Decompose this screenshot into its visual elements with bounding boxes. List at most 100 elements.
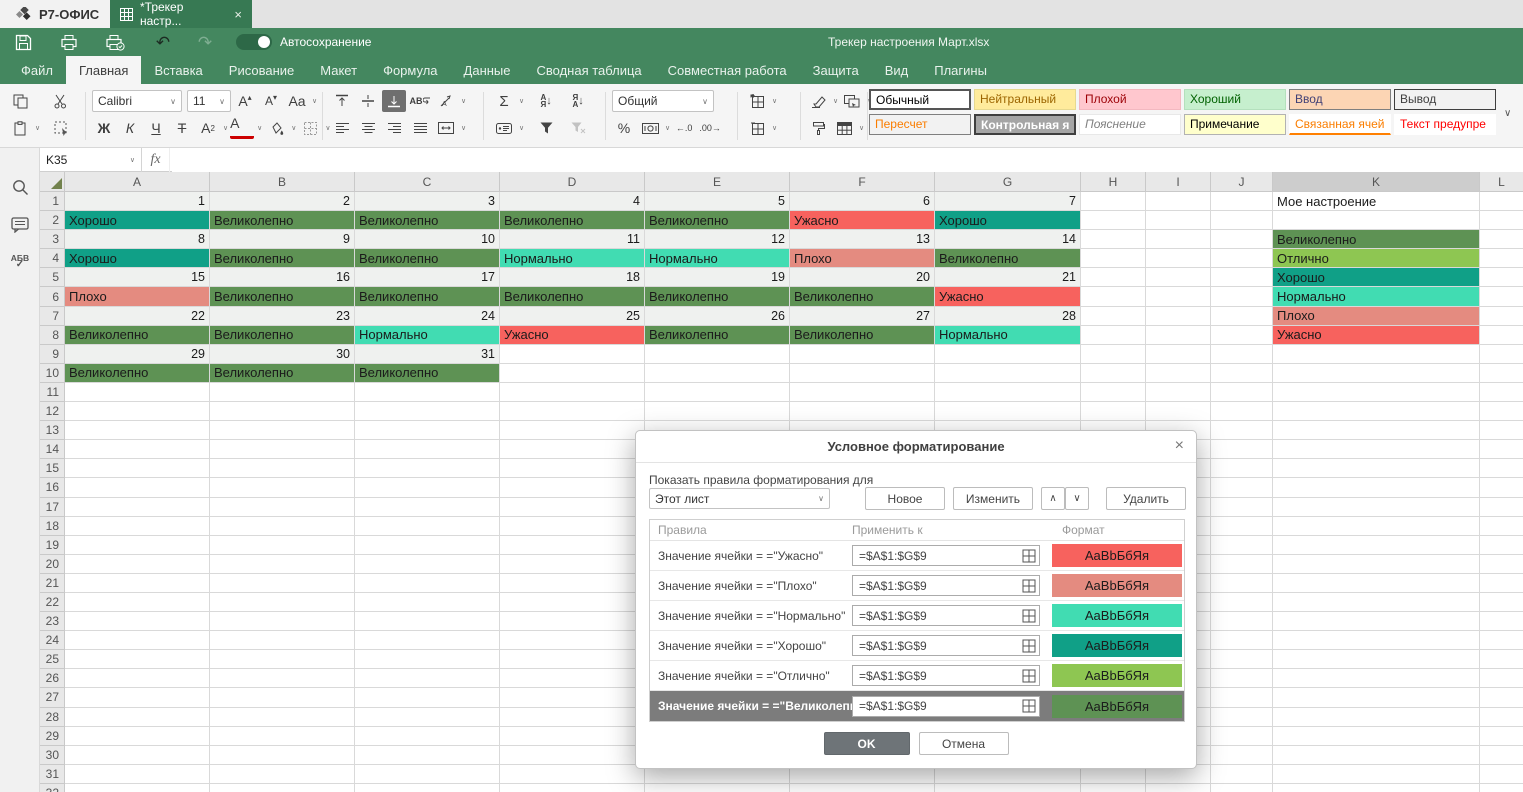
cell-B2[interactable]: Великолепно [210, 211, 355, 230]
align-middle-button[interactable] [356, 90, 380, 112]
cell-I10[interactable] [1146, 364, 1211, 383]
row-header-18[interactable]: 18 [40, 517, 65, 536]
italic-button[interactable]: К [118, 117, 142, 139]
cell-style-chip[interactable]: Пояснение [1079, 114, 1181, 135]
cell-I5[interactable] [1146, 268, 1211, 287]
undo-button[interactable]: ↶ [146, 30, 180, 54]
cell-J30[interactable] [1211, 746, 1273, 765]
cell-D11[interactable] [500, 383, 645, 402]
cell-K32[interactable] [1273, 784, 1480, 792]
cell-C3[interactable]: 10 [355, 230, 500, 249]
cell-style-chip[interactable]: Вывод [1394, 89, 1496, 110]
cell-L29[interactable] [1480, 727, 1523, 746]
rule-format-preview[interactable]: AaBbБбЯя [1052, 695, 1182, 718]
cell-K28[interactable] [1273, 708, 1480, 727]
paste-menu-chevron[interactable]: ∨ [35, 124, 40, 132]
cut-button[interactable] [48, 90, 72, 112]
cell-D28[interactable] [500, 708, 645, 727]
cell-H12[interactable] [1081, 402, 1146, 421]
cell-J20[interactable] [1211, 555, 1273, 574]
cell-J29[interactable] [1211, 727, 1273, 746]
search-icon[interactable] [0, 174, 40, 200]
cell-E2[interactable]: Великолепно [645, 211, 790, 230]
cell-L12[interactable] [1480, 402, 1523, 421]
cell-K18[interactable] [1273, 517, 1480, 536]
underline-button[interactable]: Ч [144, 117, 168, 139]
cell-J2[interactable] [1211, 211, 1273, 230]
cell-F11[interactable] [790, 383, 935, 402]
cell-B11[interactable] [210, 383, 355, 402]
align-top-button[interactable] [330, 90, 354, 112]
cell-C23[interactable] [355, 612, 500, 631]
cell-L14[interactable] [1480, 440, 1523, 459]
cell-L15[interactable] [1480, 459, 1523, 478]
cell-B24[interactable] [210, 631, 355, 650]
cell-J17[interactable] [1211, 498, 1273, 517]
cell-J4[interactable] [1211, 249, 1273, 268]
cell-K12[interactable] [1273, 402, 1480, 421]
cell-L21[interactable] [1480, 574, 1523, 593]
wrap-text-button[interactable]: AB [408, 90, 432, 112]
rule-range-input[interactable]: =$A$1:$G$9 [852, 635, 1040, 656]
row-header-17[interactable]: 17 [40, 498, 65, 517]
clear-chevron[interactable]: ∨ [833, 97, 838, 105]
select-range-icon[interactable] [1022, 609, 1036, 623]
font-color-chevron[interactable]: ∨ [257, 124, 262, 132]
cell-D32[interactable] [500, 784, 645, 792]
cell-K7[interactable]: Плохо [1273, 307, 1480, 326]
cell-C11[interactable] [355, 383, 500, 402]
accounting-style-button[interactable] [638, 117, 662, 139]
rule-format-preview[interactable]: AaBbБбЯя [1052, 634, 1182, 657]
dialog-header[interactable]: Условное форматирование × [636, 431, 1196, 463]
cell-A13[interactable] [65, 421, 210, 440]
cell-B26[interactable] [210, 669, 355, 688]
cell-L26[interactable] [1480, 669, 1523, 688]
cell-D2[interactable]: Великолепно [500, 211, 645, 230]
cell-K31[interactable] [1273, 765, 1480, 784]
row-header-29[interactable]: 29 [40, 727, 65, 746]
align-left-button[interactable] [330, 117, 354, 139]
cell-C7[interactable]: 24 [355, 307, 500, 326]
select-range-icon[interactable] [1022, 669, 1036, 683]
cell-B7[interactable]: 23 [210, 307, 355, 326]
cell-J13[interactable] [1211, 421, 1273, 440]
cell-L9[interactable] [1480, 345, 1523, 364]
rule-row[interactable]: Значение ячейки = ="Хорошо"=$A$1:$G$9AaB… [650, 631, 1184, 661]
cell-A21[interactable] [65, 574, 210, 593]
merge-chevron[interactable]: ∨ [461, 124, 466, 132]
name-box[interactable]: K35∨ [40, 148, 142, 172]
cell-K21[interactable] [1273, 574, 1480, 593]
cell-L17[interactable] [1480, 498, 1523, 517]
cell-G8[interactable]: Нормально [935, 326, 1081, 345]
row-header-5[interactable]: 5 [40, 268, 65, 287]
cell-G3[interactable]: 14 [935, 230, 1081, 249]
cell-A1[interactable]: 1 [65, 192, 210, 211]
sort-descending-button[interactable]: ЯА↓ [566, 90, 590, 112]
cell-D20[interactable] [500, 555, 645, 574]
row-header-11[interactable]: 11 [40, 383, 65, 402]
cell-H1[interactable] [1081, 192, 1146, 211]
cell-F32[interactable] [790, 784, 935, 792]
cell-J11[interactable] [1211, 383, 1273, 402]
format-painter-button[interactable] [806, 117, 830, 139]
cell-C9[interactable]: 31 [355, 345, 500, 364]
cell-D21[interactable] [500, 574, 645, 593]
cell-E3[interactable]: 12 [645, 230, 790, 249]
cell-K10[interactable] [1273, 364, 1480, 383]
menu-tab-защита[interactable]: Защита [800, 56, 872, 84]
cell-E10[interactable] [645, 364, 790, 383]
cell-F9[interactable] [790, 345, 935, 364]
row-header-19[interactable]: 19 [40, 536, 65, 555]
cell-C8[interactable]: Нормально [355, 326, 500, 345]
cell-L11[interactable] [1480, 383, 1523, 402]
cell-J12[interactable] [1211, 402, 1273, 421]
cell-K5[interactable]: Хорошо [1273, 268, 1480, 287]
cell-G5[interactable]: 21 [935, 268, 1081, 287]
rule-row[interactable]: Значение ячейки = ="Нормально"=$A$1:$G$9… [650, 601, 1184, 631]
cell-A28[interactable] [65, 708, 210, 727]
cell-L25[interactable] [1480, 650, 1523, 669]
cell-K9[interactable] [1273, 345, 1480, 364]
cell-F10[interactable] [790, 364, 935, 383]
cell-G7[interactable]: 28 [935, 307, 1081, 326]
cell-F3[interactable]: 13 [790, 230, 935, 249]
